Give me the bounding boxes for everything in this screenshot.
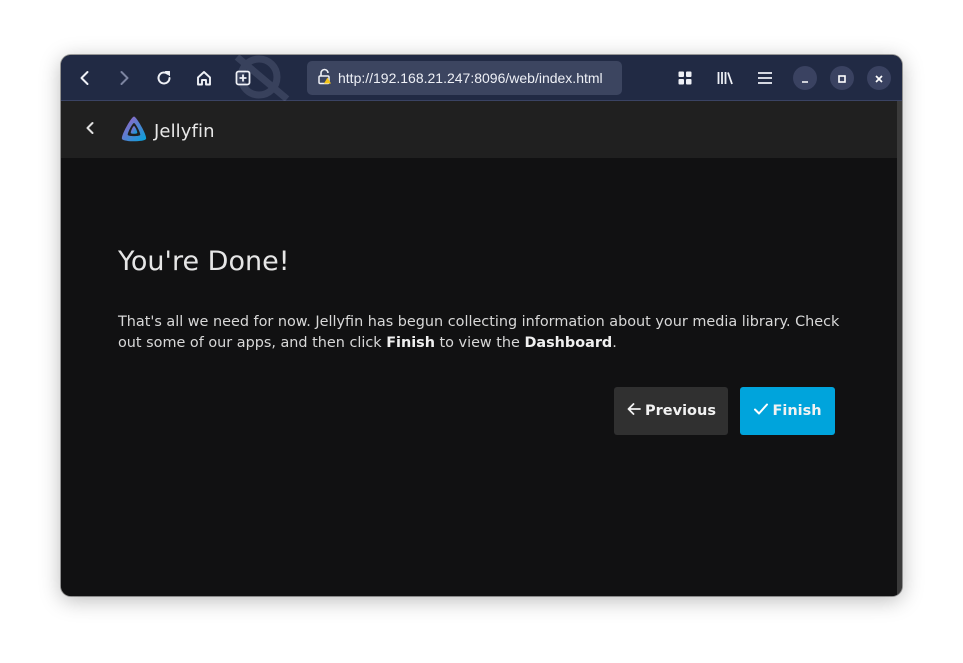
finish-button[interactable]: Finish xyxy=(740,387,835,435)
reload-button[interactable] xyxy=(149,63,179,93)
grid-icon xyxy=(677,70,693,86)
home-icon xyxy=(195,69,213,87)
browser-window: http://192.168.21.247:8096/web/index.htm… xyxy=(61,55,902,596)
new-tab-icon xyxy=(234,69,252,87)
url-text: http://192.168.21.247:8096/web/index.htm… xyxy=(338,70,603,86)
check-icon xyxy=(753,401,772,421)
jellyfin-logo[interactable]: Jellyfin xyxy=(119,114,215,148)
app-name: Jellyfin xyxy=(154,120,215,142)
browser-toolbar: http://192.168.21.247:8096/web/index.htm… xyxy=(61,55,902,102)
desc-dashboard-emphasis: Dashboard xyxy=(524,335,613,351)
chevron-left-icon xyxy=(83,120,97,140)
desc-finish-emphasis: Finish xyxy=(386,335,435,351)
header-back-button[interactable] xyxy=(75,115,105,145)
reload-icon xyxy=(155,69,173,87)
minimize-icon xyxy=(800,69,810,88)
page-title: You're Done! xyxy=(118,246,290,277)
menu-icon xyxy=(757,71,773,85)
wizard-description: That's all we need for now. Jellyfin has… xyxy=(118,312,848,354)
close-icon xyxy=(874,69,884,88)
home-button[interactable] xyxy=(189,63,219,93)
jellyfin-logo-icon xyxy=(119,114,149,148)
forward-button[interactable] xyxy=(109,63,139,93)
forward-icon xyxy=(116,70,132,86)
menu-button[interactable] xyxy=(750,63,780,93)
arrow-left-icon xyxy=(626,401,645,421)
library-icon xyxy=(716,70,734,86)
scrollbar-track[interactable] xyxy=(897,101,902,596)
new-tab-button[interactable] xyxy=(228,63,258,93)
library-button[interactable] xyxy=(710,63,740,93)
back-button[interactable] xyxy=(70,63,100,93)
maximize-icon xyxy=(837,69,847,88)
previous-label: Previous xyxy=(645,403,716,419)
grid-button[interactable] xyxy=(670,63,700,93)
minimize-button[interactable] xyxy=(793,66,817,90)
previous-button[interactable]: Previous xyxy=(614,387,728,435)
maximize-button[interactable] xyxy=(830,66,854,90)
finish-label: Finish xyxy=(772,403,822,419)
desc-text-3: . xyxy=(612,335,617,351)
lock-icon[interactable] xyxy=(317,68,332,89)
wizard-content: You're Done! That's all we need for now.… xyxy=(61,158,897,596)
desc-text-2: to view the xyxy=(434,335,525,351)
back-icon xyxy=(77,70,93,86)
close-window-button[interactable] xyxy=(867,66,891,90)
address-bar[interactable]: http://192.168.21.247:8096/web/index.htm… xyxy=(307,61,622,95)
app-header: Jellyfin xyxy=(61,101,897,158)
